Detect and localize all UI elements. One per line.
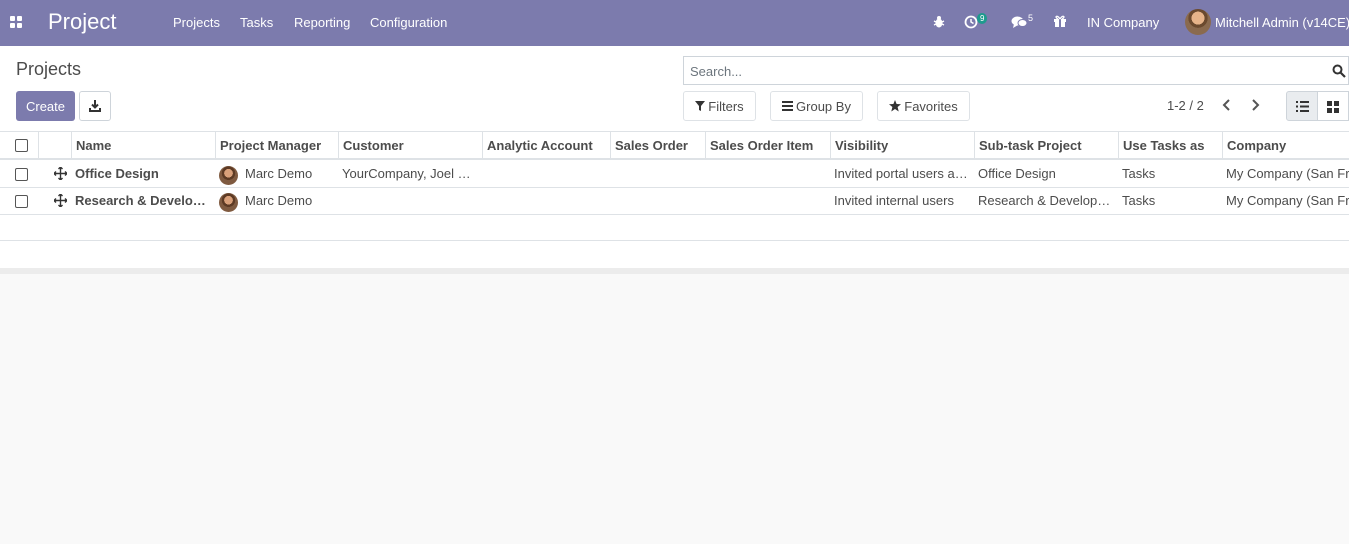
control-panel: Projects Create Filters Group By Favorit…	[0, 46, 1349, 132]
pager-value[interactable]: 1-2 / 2	[1167, 98, 1204, 113]
search-box	[683, 56, 1349, 85]
list-icon	[1296, 101, 1309, 112]
menu-configuration[interactable]: Configuration	[370, 15, 447, 30]
menu-tasks[interactable]: Tasks	[240, 15, 273, 30]
cell-subtask-project: Research & Development	[978, 193, 1113, 208]
star-icon	[889, 100, 902, 112]
cell-visibility: Invited internal users	[834, 193, 954, 208]
projects-list-table: Name Project Manager Customer Analytic A…	[0, 132, 1349, 268]
drag-handle-icon[interactable]	[54, 194, 67, 207]
app-title[interactable]: Project	[48, 9, 116, 35]
column-header-sales-order-item[interactable]: Sales Order Item	[705, 132, 831, 160]
activity-count-badge: 9	[977, 13, 988, 24]
cell-sales-order	[614, 161, 702, 187]
menu-reporting[interactable]: Reporting	[294, 15, 350, 30]
column-header-visibility[interactable]: Visibility	[830, 132, 975, 160]
download-icon	[89, 100, 101, 112]
column-header-name[interactable]: Name	[71, 132, 216, 160]
table-row[interactable]: Office Design Marc Demo YourCompany, Joe…	[0, 161, 1349, 188]
gift-icon[interactable]	[1053, 14, 1067, 28]
chevron-left-icon[interactable]	[1221, 98, 1233, 112]
manager-avatar	[219, 166, 238, 185]
handle-column-header	[38, 132, 72, 160]
cell-sales-order-item	[709, 188, 827, 214]
column-header-customer[interactable]: Customer	[338, 132, 483, 160]
menu-projects[interactable]: Projects	[173, 15, 220, 30]
cell-customer	[342, 188, 474, 214]
table-header: Name Project Manager Customer Analytic A…	[0, 132, 1349, 160]
bug-icon[interactable]	[933, 15, 945, 29]
select-all-checkbox[interactable]	[15, 139, 28, 152]
export-button[interactable]	[79, 91, 111, 121]
column-header-use-tasks-as[interactable]: Use Tasks as	[1118, 132, 1223, 160]
column-header-sales-order[interactable]: Sales Order	[610, 132, 706, 160]
empty-row	[0, 241, 1349, 268]
breadcrumb: Projects	[16, 59, 82, 79]
cell-company: My Company (San Francisco)	[1226, 166, 1349, 181]
filters-button[interactable]: Filters	[683, 91, 756, 121]
row-checkbox[interactable]	[15, 195, 28, 208]
cell-name: Research & Development	[75, 193, 211, 208]
cell-analytic-account	[486, 161, 606, 187]
cell-name: Office Design	[75, 166, 159, 181]
column-header-company[interactable]: Company	[1222, 132, 1349, 160]
cell-sales-order	[614, 188, 702, 214]
cell-visibility: Invited portal users and all internal us…	[834, 166, 970, 181]
message-count-badge: 5	[1028, 13, 1034, 23]
cell-project-manager: Marc Demo	[245, 193, 313, 208]
filter-icon	[695, 101, 706, 111]
kanban-icon	[1327, 101, 1339, 113]
manager-avatar	[219, 193, 238, 212]
column-header-subtask-project[interactable]: Sub-task Project	[974, 132, 1119, 160]
cell-use-tasks-as: Tasks	[1122, 166, 1156, 181]
column-header-project-manager[interactable]: Project Manager	[215, 132, 339, 160]
apps-grid-icon[interactable]	[10, 16, 23, 29]
group-by-button[interactable]: Group By	[770, 91, 863, 121]
cell-use-tasks-as: Tasks	[1122, 193, 1156, 208]
clock-icon[interactable]	[964, 15, 978, 29]
horizontal-scrollbar[interactable]	[0, 268, 1349, 274]
company-switcher[interactable]: IN Company	[1087, 15, 1159, 30]
list-view-button[interactable]	[1286, 91, 1318, 121]
group-by-label: Group By	[796, 98, 851, 114]
cell-analytic-account	[486, 188, 606, 214]
favorites-button[interactable]: Favorites	[877, 91, 970, 121]
row-checkbox[interactable]	[15, 168, 28, 181]
search-input[interactable]	[690, 62, 1310, 80]
top-navbar: Project Projects Tasks Reporting Configu…	[0, 0, 1349, 46]
filters-label: Filters	[708, 98, 744, 114]
kanban-view-button[interactable]	[1318, 91, 1349, 121]
create-button[interactable]: Create	[16, 91, 75, 121]
chat-icon[interactable]	[1011, 15, 1028, 29]
cell-company: My Company (San Francisco)	[1226, 193, 1349, 208]
user-avatar[interactable]	[1185, 9, 1211, 35]
cell-project-manager: Marc Demo	[245, 166, 313, 181]
chevron-right-icon[interactable]	[1249, 98, 1261, 112]
favorites-label: Favorites	[904, 98, 958, 114]
search-icon[interactable]	[1332, 64, 1346, 78]
empty-row	[0, 215, 1349, 241]
cell-sales-order-item	[709, 161, 827, 187]
bars-icon	[782, 101, 794, 111]
cell-subtask-project: Office Design	[978, 166, 1056, 181]
table-row[interactable]: Research & Development Marc Demo Invited…	[0, 188, 1349, 215]
user-menu[interactable]: Mitchell Admin (v14CE)	[1215, 15, 1349, 30]
cell-customer: YourCompany, Joel Willis	[342, 166, 474, 181]
drag-handle-icon[interactable]	[54, 167, 67, 180]
column-header-analytic-account[interactable]: Analytic Account	[482, 132, 611, 160]
